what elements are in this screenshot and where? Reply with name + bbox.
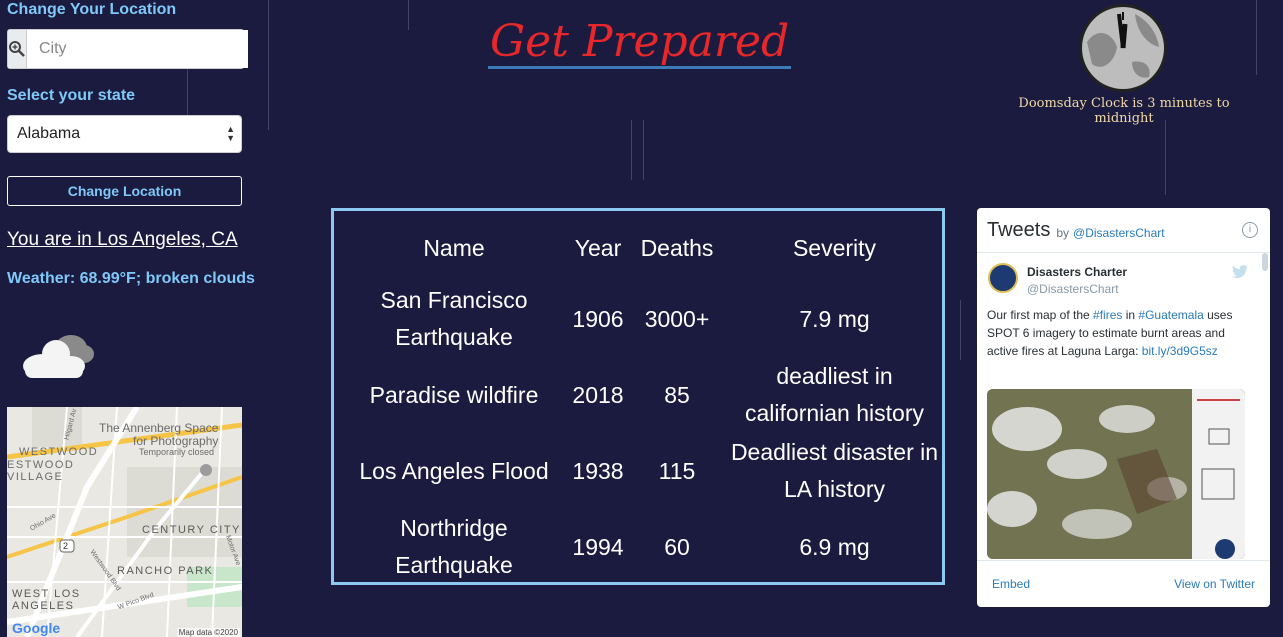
state-value: Alabama <box>17 125 81 142</box>
hashtag-guatemala-link[interactable]: #Guatemala <box>1138 308 1203 322</box>
map-data-attribution: Map data ©2020 <box>176 628 240 637</box>
hashtag-fires-link[interactable]: #fires <box>1093 308 1122 322</box>
city-input[interactable] <box>27 30 248 68</box>
tweet-image[interactable] <box>987 389 1245 559</box>
tweet-author-name[interactable]: Disasters Charter <box>1027 265 1127 279</box>
location-map[interactable]: The Annenberg Space for Photography Temp… <box>7 407 242 637</box>
map-label-westwood: WESTWOOD <box>19 446 99 458</box>
table-cell-line: Los Angeles Flood <box>359 457 549 484</box>
doomsday-caption: Doomsday Clock is 3 minutes to midnight <box>1018 96 1230 126</box>
header-year: Year <box>574 235 622 261</box>
table-cell-year: 1994 <box>564 529 632 566</box>
table-cell-line: Northridge <box>400 515 508 541</box>
table-cell-line: Earthquake <box>395 552 513 578</box>
table-cell-line: Paradise wildfire <box>369 381 539 408</box>
google-logo: Google <box>12 620 61 636</box>
page-title: Get Prepared <box>488 16 792 69</box>
table-cell-year: 1906 <box>564 301 632 338</box>
table-cell-line: 115 <box>658 457 696 484</box>
state-label: Select your state <box>7 87 136 104</box>
current-location[interactable]: You are in Los Angeles, CA <box>7 229 238 251</box>
table-cell-name: Paradise wildfire <box>344 377 564 414</box>
table-cell-line: 1906 <box>572 305 624 332</box>
twitter-bird-icon[interactable] <box>1232 265 1248 284</box>
tweet-url-link[interactable]: bit.ly/3d9G5sz <box>1142 344 1218 358</box>
map-label-west-la-1: WEST LOS <box>12 588 81 600</box>
zoom-icon <box>8 30 27 68</box>
table-cell-deaths: 60 <box>632 529 722 566</box>
disaster-table-grid: Name Year Deaths Severity San Francisco E… <box>334 211 942 582</box>
table-cell-name: Northridge Earthquake <box>344 510 564 584</box>
view-on-twitter-link[interactable]: View on Twitter <box>1174 577 1255 591</box>
table-cell-line: 1938 <box>572 457 624 484</box>
tweet-text-part: Our first map of the <box>987 308 1094 322</box>
table-cell-severity: 6.9 mg <box>722 529 947 566</box>
table-cell-severity: 7.9 mg <box>722 301 947 338</box>
twitter-timeline: Tweets by @DisastersChart i Disasters Ch… <box>977 208 1270 607</box>
tweet-author-handle[interactable]: @DisastersChart <box>1027 282 1119 296</box>
table-cell-line: deadliest in <box>776 363 893 389</box>
change-location-label: Change Your Location <box>7 1 177 18</box>
change-location-button[interactable]: Change Location <box>7 176 242 206</box>
tweet-text-part: in <box>1122 308 1139 322</box>
map-label-westwood-village-1: ESTWOOD <box>7 459 75 471</box>
table-cell-year: 2018 <box>564 377 632 414</box>
table-cell-line: californian history <box>745 400 924 426</box>
tweet-text: Our first map of the #fires in #Guatemal… <box>987 306 1252 360</box>
table-cell-line: 6.9 mg <box>799 533 870 560</box>
state-select[interactable]: Alabama ▲ ▼ <box>7 115 242 153</box>
table-cell-line: San Francisco <box>380 287 528 313</box>
table-cell-year: 1938 <box>564 453 632 490</box>
table-cell-deaths: 115 <box>632 453 722 490</box>
table-cell-line: 7.9 mg <box>799 305 870 332</box>
tweets-header: Tweets by @DisastersChart i <box>977 208 1270 253</box>
map-label-annenberg-2: for Photography <box>133 434 219 448</box>
city-search <box>7 29 248 69</box>
header-name: Name <box>423 235 485 261</box>
header-deaths: Deaths <box>640 235 714 261</box>
table-cell-deaths: 3000+ <box>632 301 722 338</box>
table-cell-name: Los Angeles Flood <box>344 453 564 490</box>
map-label-annenberg: The Annenberg Space <box>99 421 219 435</box>
table-cell-line: 2018 <box>572 381 624 408</box>
table-cell-line: 60 <box>664 533 690 560</box>
tweets-by: by <box>1056 226 1070 240</box>
map-label-rancho-park: RANCHO PARK <box>117 565 214 577</box>
map-label-annenberg-3: Temporarily closed <box>139 447 215 457</box>
header-severity: Severity <box>792 235 877 261</box>
tweets-handle-link[interactable]: @DisastersChart <box>1073 226 1165 240</box>
info-icon[interactable]: i <box>1242 222 1258 238</box>
embed-link[interactable]: Embed <box>992 577 1030 591</box>
table-cell-deaths: 85 <box>632 377 722 414</box>
avatar[interactable] <box>988 263 1018 293</box>
table-cell-severity: Deadliest disaster in LA history <box>722 434 947 508</box>
tweet-item: Disasters Charter @DisastersChart Our fi… <box>977 253 1260 559</box>
table-cell-line: Earthquake <box>395 324 513 350</box>
tweets-scrollbar[interactable] <box>1262 253 1268 559</box>
broken-clouds-icon <box>21 330 101 387</box>
map-route-shield: 2 <box>63 541 69 551</box>
map-label-westwood-village-2: VILLAGE <box>7 471 64 483</box>
table-cell-line: 85 <box>664 381 690 408</box>
map-label-century-city: CENTURY CITY <box>142 524 241 536</box>
table-cell-name: San Francisco Earthquake <box>344 282 564 356</box>
table-cell-line: LA history <box>784 476 885 502</box>
table-cell-line: 1994 <box>572 533 624 560</box>
table-cell-severity: deadliest in californian history <box>722 358 947 432</box>
select-arrows-icon: ▲ ▼ <box>226 124 235 143</box>
scrollbar-thumb[interactable] <box>1262 253 1268 271</box>
tweets-footer: Embed View on Twitter <box>977 560 1270 607</box>
table-cell-line: 3000+ <box>644 305 710 332</box>
table-cell-line: Deadliest disaster in <box>730 439 939 465</box>
disaster-table: Name Year Deaths Severity San Francisco E… <box>331 208 945 585</box>
weather-text: Weather: 68.99°F; broken clouds <box>7 270 255 287</box>
tweets-title: Tweets <box>987 218 1051 241</box>
doomsday-clock-icon <box>1077 2 1169 99</box>
map-label-west-la-2: ANGELES <box>12 600 75 612</box>
